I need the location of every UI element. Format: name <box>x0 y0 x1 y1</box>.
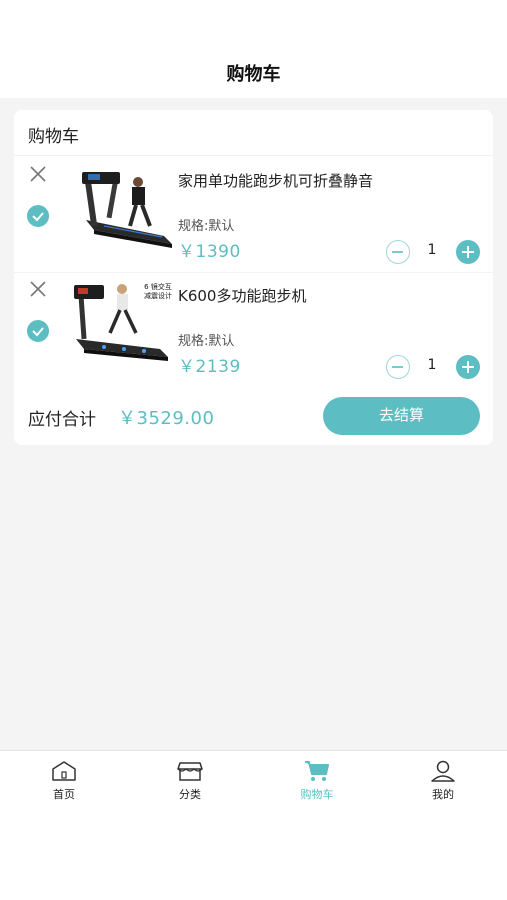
cart-item: 6 镜交互 减震设计 K600多功能跑步机 规格:默认 ￥2139 1 <box>14 272 493 386</box>
tab-home-label: 首页 <box>53 788 75 801</box>
item-checkbox[interactable] <box>27 320 49 342</box>
page-title: 购物车 <box>226 64 281 85</box>
item-price: ￥1390 <box>178 242 241 262</box>
treadmill-product-image[interactable]: 6 镜交互 减震设计 <box>64 275 174 367</box>
tab-cart-label: 购物车 <box>300 788 334 801</box>
item-checkbox[interactable] <box>27 205 49 227</box>
checkmark-icon <box>32 212 44 222</box>
close-icon[interactable] <box>28 164 48 184</box>
cart-page: 购物车 购物车 家用单功能跑步机可折叠静音 规格:默认 ￥1390 1 6 镜交… <box>0 0 507 900</box>
store-icon <box>177 762 203 781</box>
tab-profile-label: 我的 <box>432 788 454 801</box>
tab-profile[interactable]: 我的 <box>403 759 483 809</box>
item-quantity: 1 <box>427 357 437 373</box>
item-quantity: 1 <box>427 242 437 258</box>
cart-card: 购物车 家用单功能跑步机可折叠静音 规格:默认 ￥1390 1 6 镜交互 减震… <box>14 110 493 445</box>
tab-cart[interactable]: 购物车 <box>277 759 357 809</box>
bottom-tab-bar: 首页 分类 购物车 我的 <box>0 750 507 900</box>
close-icon[interactable] <box>28 279 48 299</box>
tab-category-label: 分类 <box>179 788 201 801</box>
cart-summary: 应付合计 ￥3529.00 去结算 <box>14 386 493 445</box>
user-icon <box>431 760 455 782</box>
total-label: 应付合计 <box>28 410 96 430</box>
top-nav-bar: 购物车 <box>0 0 507 98</box>
quantity-decrease-button[interactable] <box>386 355 410 379</box>
cart-icon <box>305 761 329 781</box>
quantity-increase-button[interactable] <box>456 240 480 264</box>
treadmill-product-image[interactable] <box>64 160 174 252</box>
image-overlay-text-1: 6 镜交互 <box>144 282 172 291</box>
quantity-increase-button[interactable] <box>456 355 480 379</box>
cart-item: 家用单功能跑步机可折叠静音 规格:默认 ￥1390 1 <box>14 158 493 272</box>
cart-card-title: 购物车 <box>28 127 79 147</box>
home-icon <box>52 761 76 781</box>
quantity-decrease-button[interactable] <box>386 240 410 264</box>
image-overlay-text-2: 减震设计 <box>144 291 172 300</box>
checkmark-icon <box>32 327 44 337</box>
cart-card-header: 购物车 <box>14 110 493 156</box>
checkout-button[interactable]: 去结算 <box>323 397 480 435</box>
item-name[interactable]: 家用单功能跑步机可折叠静音 <box>178 170 373 191</box>
tab-home[interactable]: 首页 <box>24 759 104 809</box>
tab-category[interactable]: 分类 <box>150 759 230 809</box>
total-amount: ￥3529.00 <box>118 408 215 429</box>
item-price: ￥2139 <box>178 357 241 377</box>
item-spec: 规格:默认 <box>178 334 235 349</box>
item-name[interactable]: K600多功能跑步机 <box>178 285 306 306</box>
item-spec: 规格:默认 <box>178 219 235 234</box>
